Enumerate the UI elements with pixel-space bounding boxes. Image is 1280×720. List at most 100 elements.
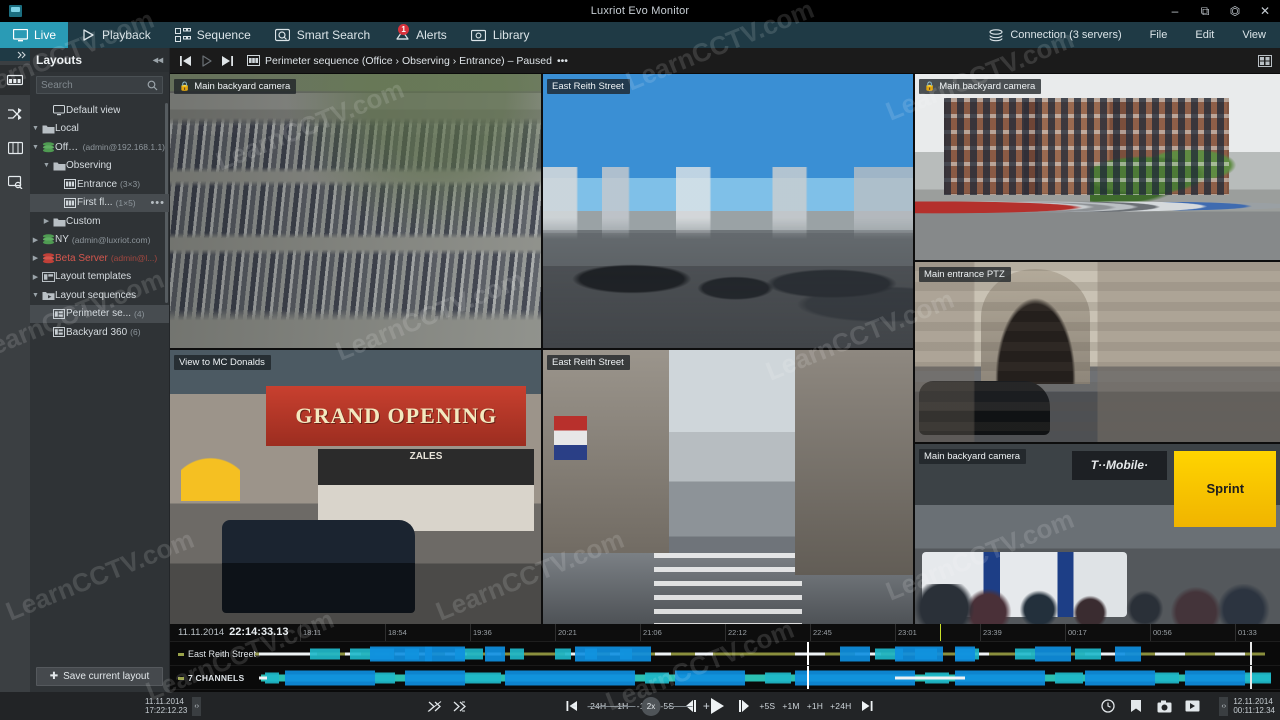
crowd-of-people <box>915 584 1280 625</box>
minimize-button[interactable]: – <box>1160 0 1190 22</box>
track-name: East Reith Street <box>178 649 256 659</box>
connection-status-button[interactable]: Connection (3 servers) <box>974 22 1135 48</box>
tree-expand-arrow[interactable]: ▶ <box>30 254 41 262</box>
video-cell-3[interactable]: 🔒 Main backyard camera <box>915 74 1280 260</box>
tree-item-count: (admin@192.168.1.1) <box>82 142 165 153</box>
fullscreen-button[interactable]: ⏣ <box>1220 0 1250 22</box>
export-video-icon[interactable] <box>1183 697 1201 715</box>
skip-previous-icon[interactable] <box>176 52 194 70</box>
tree-expand-arrow[interactable]: ▶ <box>41 217 52 225</box>
clock-icon[interactable] <box>1099 697 1117 715</box>
save-current-layout-button[interactable]: ✚ Save current layout <box>36 667 163 686</box>
bottom-control-bar: 11.11.2014 17:22:12.23 ‹› -24H -1H -1M -… <box>0 692 1280 720</box>
timeline-playhead[interactable] <box>807 666 809 689</box>
track-lane[interactable] <box>255 666 1280 689</box>
panel-title: Layouts <box>36 53 83 67</box>
zoom-slider[interactable]: − 2x + <box>566 696 715 716</box>
tree-item-first-fl[interactable]: First fl... (1×5) ••• <box>30 193 169 212</box>
menu-item-sequence[interactable]: Sequence <box>163 22 263 48</box>
tree-item-observing[interactable]: ▼ Observing <box>30 157 169 176</box>
tree-item-default-view[interactable]: Default view <box>30 101 169 120</box>
tree-expand-arrow[interactable]: ▶ <box>30 273 41 281</box>
timeline-secondary-marker[interactable] <box>1250 666 1252 689</box>
track-lane[interactable] <box>255 642 1280 665</box>
zoom-out-button[interactable]: − <box>566 696 582 716</box>
tree-item-local[interactable]: ▼ Local <box>30 120 169 139</box>
zoom-level-knob[interactable]: 2x <box>641 696 661 716</box>
sync-on-icon[interactable] <box>451 696 467 716</box>
menu-item-smart-search[interactable]: Smart Search <box>263 22 382 48</box>
skip-next-icon[interactable] <box>218 52 236 70</box>
track-color-dot <box>178 676 184 680</box>
search-rail-icon[interactable] <box>0 167 30 197</box>
sequence-more-button[interactable]: ••• <box>557 55 568 67</box>
video-cell-6[interactable]: East Reith Street <box>543 350 913 624</box>
layouts-rail-icon[interactable] <box>0 65 30 95</box>
tree-item-layout-templates[interactable]: ▶ Layout templates <box>30 268 169 287</box>
timeline-track-all[interactable]: 7 CHANNELS <box>170 666 1280 690</box>
close-button[interactable]: ✕ <box>1250 0 1280 22</box>
range-start-handle[interactable]: ‹› <box>192 696 202 716</box>
tree-item-layout-sequences[interactable]: ▼ Layout sequences <box>30 286 169 305</box>
camera-video-mcdonalds: GRAND OPENING ZALES <box>170 350 541 624</box>
camera-snapshot-icon[interactable] <box>1155 697 1173 715</box>
range-end-handle[interactable]: ‹› <box>1219 696 1229 716</box>
templates-icon <box>41 271 55 283</box>
menu-item-alerts[interactable]: 1 Alerts <box>382 22 459 48</box>
tree-item-custom[interactable]: ▶ Custom <box>30 212 169 231</box>
step-forward-icon[interactable] <box>736 696 752 716</box>
tree-item-label: Beta Server <box>55 252 108 264</box>
menu-item-view[interactable]: View <box>1228 22 1280 48</box>
zoom-in-button[interactable]: + <box>699 696 715 716</box>
tree-item-perimeter-se[interactable]: Perimeter se... (4) <box>30 304 169 323</box>
video-cell-2[interactable]: East Reith Street <box>543 74 913 348</box>
fwd-5s-button[interactable]: +5S <box>759 696 775 716</box>
timeline-secondary-marker[interactable] <box>1250 642 1252 665</box>
tree-item-ny[interactable]: ▶ NY (admin@luxriot.com) <box>30 231 169 250</box>
tree-expand-arrow[interactable]: ▼ <box>30 292 41 299</box>
tree-item-backyard-360[interactable]: Backyard 360 (6) <box>30 323 169 342</box>
tree-item-beta-server[interactable]: ▶ Beta Server (admin@l...) <box>30 249 169 268</box>
monitor-icon <box>52 104 66 116</box>
tree-item-office[interactable]: ▼ Office (admin@192.168.1.1) <box>30 138 169 157</box>
timeline-ruler[interactable]: 11.11.2014 22:14:33.13 18:11 18:54 19:36 20… <box>170 624 1280 642</box>
timeline-track-camera[interactable]: East Reith Street <box>170 642 1280 666</box>
sequence-play-icon[interactable] <box>197 52 215 70</box>
video-cell-5[interactable]: GRAND OPENING ZALES View to MC Donalds <box>170 350 541 624</box>
video-cell-7[interactable]: T··Mobile· Sprint Main backyard camera <box>915 443 1280 625</box>
camera-label: 🔒 Main backyard camera <box>174 79 297 94</box>
search-box[interactable] <box>36 76 163 94</box>
restore-button[interactable]: ⧉ <box>1190 0 1220 22</box>
fwd-1h-button[interactable]: +1H <box>807 696 823 716</box>
panel-collapse-button[interactable]: ◂◂ <box>153 55 163 66</box>
fwd-1m-button[interactable]: +1M <box>782 696 799 716</box>
tree-item-entrance[interactable]: Entrance (3×3) <box>30 175 169 194</box>
menu-item-edit[interactable]: Edit <box>1181 22 1228 48</box>
tree-item-more-button[interactable]: ••• <box>150 197 165 209</box>
jump-end-icon[interactable] <box>859 696 875 716</box>
menu-item-playback[interactable]: Playback <box>68 22 163 48</box>
bookmark-icon[interactable] <box>1127 697 1145 715</box>
search-input[interactable] <box>41 79 147 91</box>
timeline-motion-segment <box>555 648 571 659</box>
timeline-playhead[interactable] <box>807 642 809 665</box>
maps-rail-icon[interactable] <box>0 133 30 163</box>
menu-item-library[interactable]: Library <box>459 22 542 48</box>
sequences-rail-icon[interactable] <box>0 99 30 129</box>
menu-item-file[interactable]: File <box>1136 22 1182 48</box>
tree-expand-arrow[interactable]: ▼ <box>30 144 41 151</box>
timeline[interactable]: 11.11.2014 22:14:33.13 18:11 18:54 19:36 20… <box>170 624 1280 692</box>
tree-expand-arrow[interactable]: ▼ <box>41 162 52 169</box>
grid-layout-icon[interactable] <box>1256 52 1274 70</box>
timeline-event-segment <box>955 646 975 661</box>
tree-expand-arrow[interactable]: ▼ <box>30 125 41 132</box>
menu-item-live[interactable]: Live <box>0 22 69 48</box>
track-color-dot <box>178 652 184 656</box>
video-cell-1[interactable]: 🔒 Main backyard camera <box>170 74 541 348</box>
rail-expand-handle[interactable] <box>0 48 30 61</box>
sync-off-icon[interactable] <box>426 696 442 716</box>
range-start-date: 11.11.2014 <box>145 696 184 706</box>
tree-expand-arrow[interactable]: ▶ <box>30 236 41 244</box>
fwd-24h-button[interactable]: +24H <box>830 696 851 716</box>
video-cell-4[interactable]: Main entrance PTZ <box>915 261 1280 442</box>
